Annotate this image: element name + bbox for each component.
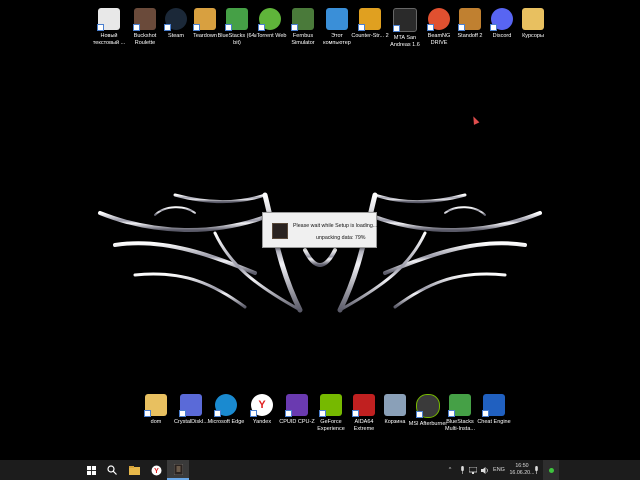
- yandex-browser-icon: Y: [151, 465, 161, 475]
- svg-text:Y: Y: [154, 468, 159, 475]
- search-icon: [107, 465, 117, 475]
- buckshot-roulette-icon: [133, 8, 156, 31]
- desktop[interactable]: Новый текстовый ... Buckshot Roulette St…: [0, 0, 640, 460]
- shortcut-arrow-icon: [225, 24, 232, 31]
- shortcut-arrow-icon: [133, 24, 140, 31]
- desktop-icon-cursors-folder[interactable]: Курсоры: [514, 8, 552, 40]
- shortcut-arrow-icon: [352, 410, 359, 417]
- desktop-icon-label: Курсоры: [522, 33, 544, 39]
- this-pc-icon: [326, 8, 348, 30]
- desktop-icon-label: Yandex: [252, 419, 272, 425]
- yandex-icon: Y: [250, 394, 273, 417]
- shortcut-arrow-icon: [164, 24, 171, 31]
- beamng-icon: [427, 8, 450, 31]
- chrome-wallpaper-ornament: [98, 192, 542, 313]
- desktop-icon-new-text-file[interactable]: Новый текстовый ...: [90, 8, 128, 46]
- shortcut-arrow-icon: [458, 24, 465, 31]
- network-tray-button[interactable]: [468, 460, 478, 480]
- recording-dot-icon: [548, 467, 554, 473]
- geforce-icon: [319, 394, 342, 417]
- file-explorer-icon: [128, 465, 140, 475]
- language-indicator[interactable]: ENG: [492, 460, 506, 480]
- shortcut-arrow-icon: [427, 24, 434, 31]
- mta-icon: [393, 8, 417, 32]
- standoff-icon: [458, 8, 481, 31]
- network-icon: [469, 466, 477, 474]
- desktop-icon-microsoft-edge[interactable]: Microsoft Edge: [207, 394, 245, 426]
- folder-icon: [144, 394, 167, 417]
- setup-loading-message: Please wait while Setup is loading...: [293, 223, 378, 229]
- shortcut-arrow-icon: [393, 25, 400, 32]
- shortcut-arrow-icon: [179, 410, 186, 417]
- setup-taskbar-button[interactable]: [167, 460, 189, 480]
- shortcut-arrow-icon: [319, 410, 326, 417]
- shortcut-arrow-icon: [144, 410, 151, 417]
- desktop-icon-label: Новый текстовый ...: [92, 33, 126, 46]
- steam-icon: [164, 8, 187, 31]
- desktop-icon-label: CrystalDiskI...: [174, 419, 208, 425]
- show-hidden-icons-button[interactable]: ^: [446, 460, 454, 480]
- yandex-browser-button[interactable]: Y: [145, 460, 167, 480]
- chevron-up-icon: ^: [448, 467, 452, 473]
- msi-afterburner-icon: [416, 394, 440, 418]
- cheat-engine-icon: [482, 394, 505, 417]
- desktop-icon-dom-folder[interactable]: dom: [137, 394, 175, 426]
- text-file-icon: [97, 8, 120, 31]
- shortcut-arrow-icon: [250, 410, 257, 417]
- mouse-cursor-icon: [470, 115, 480, 125]
- discord-icon: [490, 8, 513, 31]
- microphone-tray-button[interactable]: [458, 460, 466, 480]
- notification-mic-button[interactable]: [531, 460, 541, 480]
- desktop-icon-bluestacks-multi-instance[interactable]: BlueStacks Multi-Insta...: [441, 394, 479, 432]
- desktop-icon-label: dom: [150, 419, 162, 425]
- bluestacks-icon: [225, 8, 248, 31]
- setup-logo-icon: [272, 223, 288, 239]
- file-explorer-button[interactable]: [123, 460, 145, 480]
- shortcut-arrow-icon: [193, 24, 200, 31]
- desktop-icon-cheat-engine[interactable]: Cheat Engine: [475, 394, 513, 426]
- shortcut-arrow-icon: [448, 410, 455, 417]
- utorrent-icon: [258, 8, 281, 31]
- taskbar: Y ^ ENG 16:50 16.06.20...: [0, 460, 640, 480]
- shortcut-arrow-icon: [285, 410, 292, 417]
- shortcut-arrow-icon: [258, 24, 265, 31]
- setup-app-icon: [173, 463, 183, 475]
- shortcut-arrow-icon: [291, 24, 298, 31]
- setup-loading-dialog: Please wait while Setup is loading... un…: [262, 212, 377, 248]
- start-button[interactable]: [80, 460, 102, 480]
- microphone-icon: [534, 466, 538, 474]
- counter-strike-icon: [358, 8, 381, 31]
- windows-start-icon: [86, 465, 96, 475]
- desktop-icon-crystaldiskinfo[interactable]: CrystalDiskI...: [172, 394, 210, 426]
- aida64-icon: [352, 394, 375, 417]
- desktop-icon-label: Microsoft Edge: [207, 419, 245, 425]
- crystaldisk-icon: [179, 394, 202, 417]
- desktop-icon-label: Counter-Str... 2: [351, 33, 389, 39]
- folder-icon: [522, 8, 544, 30]
- shortcut-arrow-icon: [490, 24, 497, 31]
- edge-icon: [214, 394, 237, 417]
- recording-indicator-button[interactable]: [543, 460, 559, 480]
- setup-progress-text: unpacking data: 79%: [316, 235, 366, 241]
- desktop-icon-counter-strike-2[interactable]: Counter-Str... 2: [351, 8, 389, 40]
- speaker-icon: [481, 466, 488, 474]
- shortcut-arrow-icon: [482, 410, 489, 417]
- recycle-bin-icon: [384, 394, 406, 416]
- desktop-icon-label: Cheat Engine: [477, 419, 511, 425]
- desktop-icon-yandex[interactable]: Y Yandex: [243, 394, 281, 426]
- shortcut-arrow-icon: [416, 411, 423, 418]
- teardown-icon: [193, 8, 216, 31]
- volume-tray-button[interactable]: [480, 460, 490, 480]
- microphone-icon: [460, 466, 464, 474]
- fernbus-icon: [291, 8, 314, 31]
- shortcut-arrow-icon: [97, 24, 104, 31]
- cpuz-icon: [285, 394, 308, 417]
- search-button[interactable]: [101, 460, 123, 480]
- bluestacks-multi-icon: [448, 394, 471, 417]
- shortcut-arrow-icon: [358, 24, 365, 31]
- shortcut-arrow-icon: [214, 410, 221, 417]
